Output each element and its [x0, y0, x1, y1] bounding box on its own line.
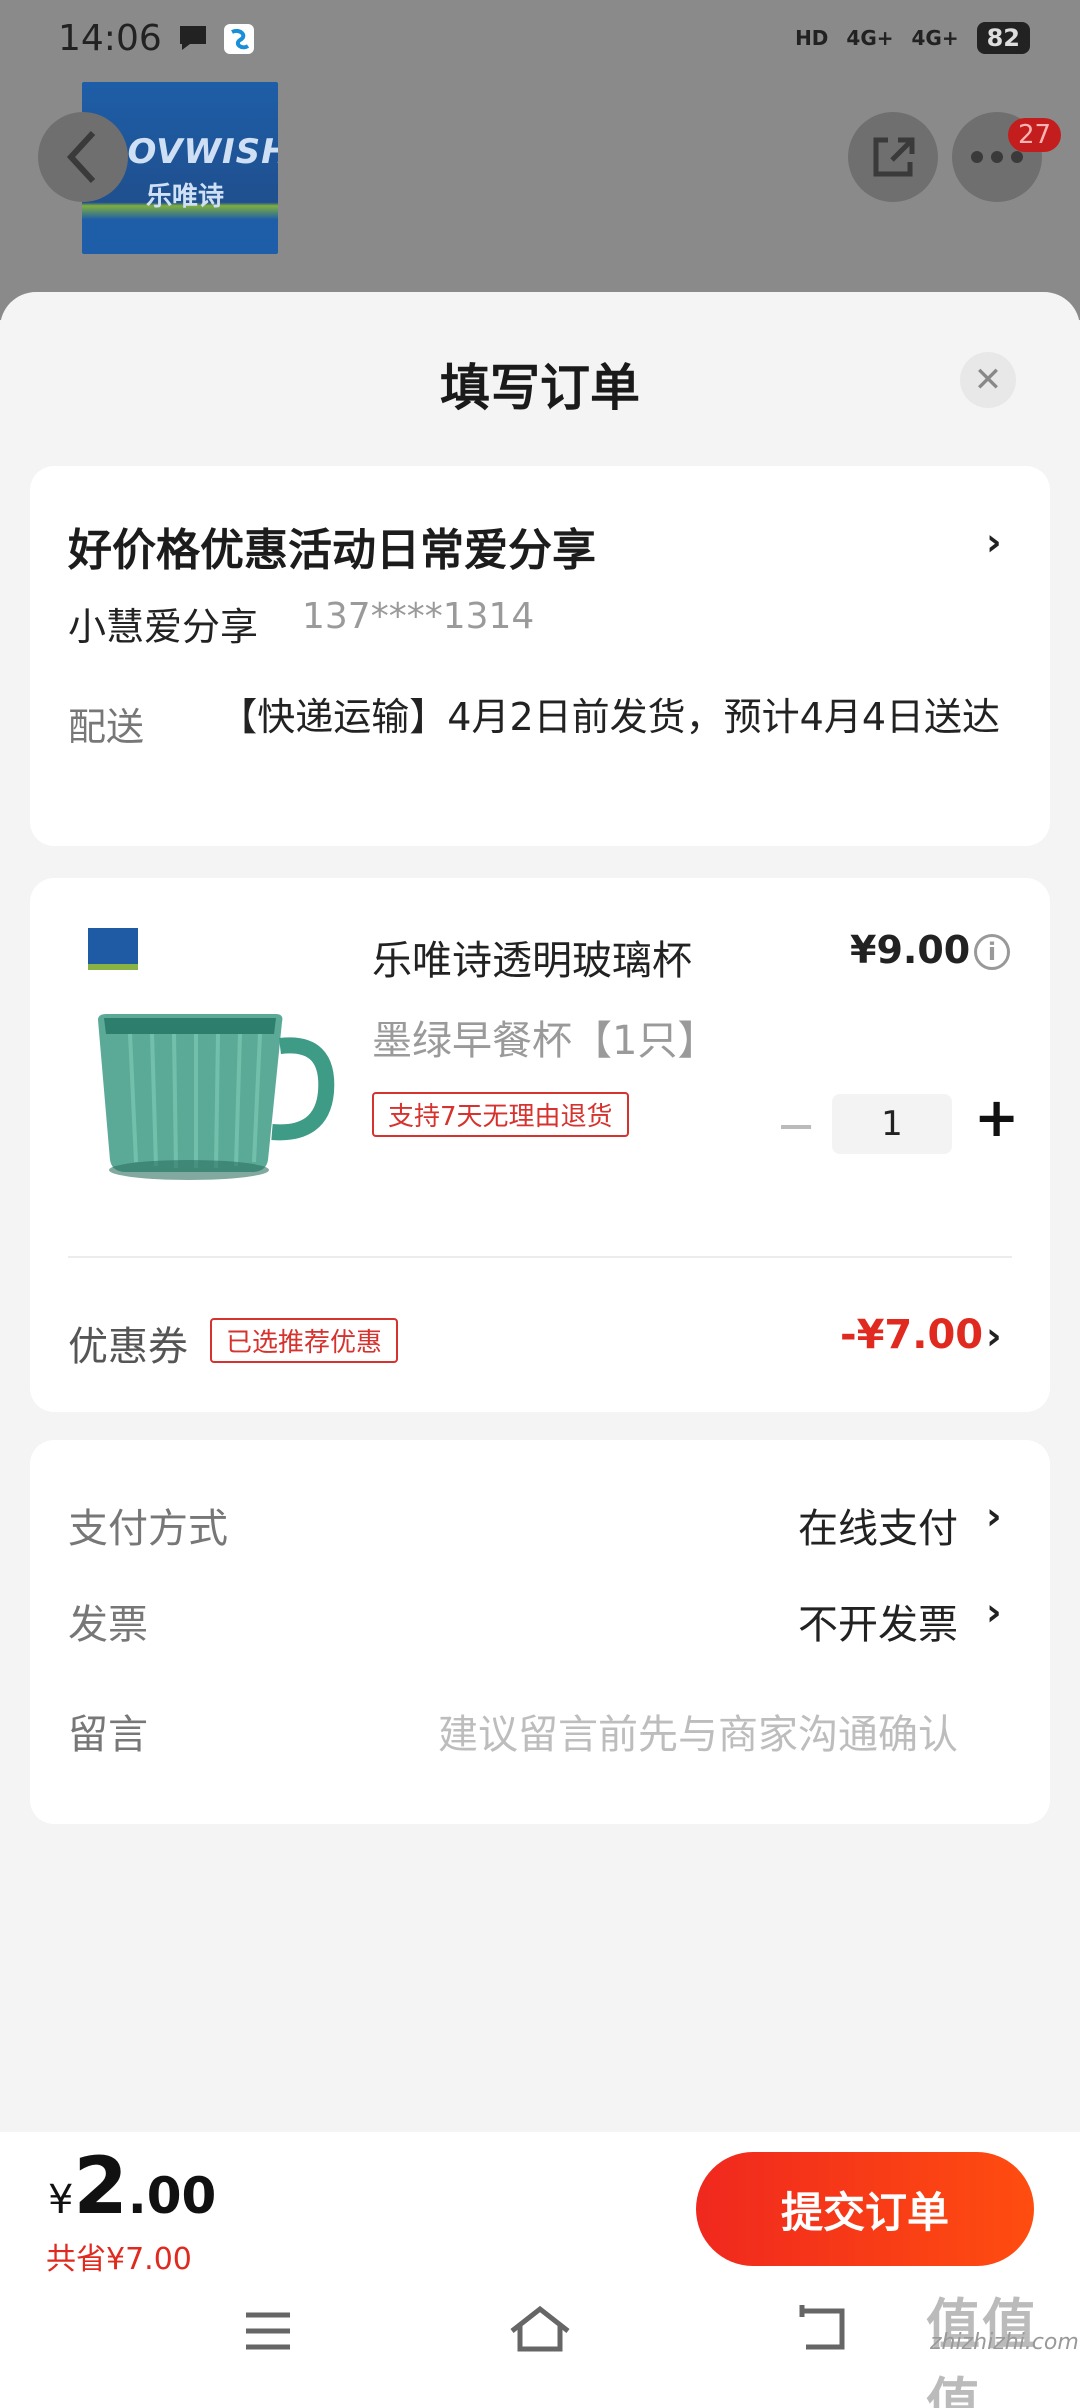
recipient-phone: 137****1314: [302, 596, 535, 637]
product-price: ¥9.00: [850, 928, 971, 972]
signal-icon: 4G+: [911, 26, 959, 50]
product-name: 乐唯诗透明玻璃杯: [372, 938, 692, 984]
quantity-decrease-button[interactable]: −: [776, 1098, 816, 1154]
sheet-title: 填写订单: [440, 359, 640, 417]
carrier-icon: [222, 22, 256, 60]
status-time: 14:06: [58, 18, 162, 59]
chevron-right-icon[interactable]: ›: [986, 1590, 1002, 1634]
battery-icon: 82: [976, 22, 1030, 54]
share-icon: [873, 137, 915, 177]
back-button[interactable]: [38, 112, 128, 202]
chevron-right-icon[interactable]: ›: [986, 1494, 1002, 1538]
product-brand-logo: [88, 928, 138, 970]
delivery-label: 配送: [68, 705, 145, 749]
coupon-value[interactable]: -¥7.00: [840, 1312, 983, 1358]
currency-symbol: ¥: [48, 2177, 74, 2223]
notification-badge: 27: [1008, 118, 1062, 152]
invoice-value[interactable]: 不开发票: [798, 1592, 958, 1650]
status-bar: 14:06 HD 4G+ 4G+ 82: [0, 0, 1080, 80]
total-integer: 2: [73, 2142, 128, 2232]
total-price: ¥2.00: [48, 2142, 216, 2232]
payment-method-label: 支付方式: [68, 1506, 228, 1552]
quantity-field[interactable]: 1: [832, 1094, 952, 1154]
logo-text-en: LOVWISH: [106, 132, 278, 172]
close-button[interactable]: ✕: [960, 352, 1016, 408]
quantity-increase-button[interactable]: +: [974, 1086, 1019, 1149]
address-title: 好价格优惠活动日常爱分享: [68, 525, 596, 576]
product-variant: 墨绿早餐杯【1只】: [372, 1018, 718, 1064]
invoice-label: 发票: [68, 1602, 148, 1648]
watermark-text: zhizhizhi.com: [930, 2330, 1079, 2355]
options-card: 支付方式 在线支付 › 发票 不开发票 › 留言 建议留言前先与商家沟通确认: [30, 1440, 1050, 1824]
status-right: HD 4G+ 4G+ 82: [795, 22, 1030, 54]
chevron-right-icon[interactable]: ›: [986, 1314, 1002, 1358]
message-icon: [176, 22, 210, 58]
signal-icon: 4G+: [846, 26, 894, 50]
hd-icon: HD: [795, 26, 829, 50]
address-card[interactable]: 好价格优惠活动日常爱分享 › 小慧爱分享 137****1314 配送 【快递运…: [30, 466, 1050, 846]
logo-text-cn: 乐唯诗: [146, 182, 225, 212]
menu-icon[interactable]: [242, 2302, 294, 2367]
more-icon: [971, 151, 1023, 163]
delivery-text: 【快递运输】4月2日前发货，预计4月4日送达: [219, 695, 1000, 739]
message-label: 留言: [68, 1712, 148, 1758]
recipient-name: 小慧爱分享: [68, 605, 259, 649]
submit-order-button[interactable]: 提交订单: [696, 2152, 1034, 2266]
product-card: 乐唯诗透明玻璃杯 ¥9.00 i 墨绿早餐杯【1只】 支持7天无理由退货 − 1…: [30, 878, 1050, 1412]
chevron-right-icon: ›: [986, 520, 1002, 564]
return-policy-tag: 支持7天无理由退货: [372, 1092, 629, 1137]
saved-amount: 共省¥7.00: [46, 2242, 192, 2277]
home-icon[interactable]: [508, 2302, 572, 2367]
back-nav-icon[interactable]: [796, 2302, 850, 2367]
coupon-label: 优惠券: [68, 1324, 188, 1370]
coupon-tag: 已选推荐优惠: [210, 1318, 399, 1363]
close-icon: ✕: [973, 360, 1003, 400]
message-input[interactable]: 建议留言前先与商家沟通确认: [438, 1702, 958, 1760]
divider: [68, 1256, 1012, 1258]
total-decimal: .00: [127, 2167, 217, 2225]
info-icon[interactable]: i: [974, 934, 1010, 970]
share-button[interactable]: [848, 112, 938, 202]
chevron-left-icon: [66, 130, 96, 184]
payment-method-value[interactable]: 在线支付: [798, 1496, 958, 1554]
order-sheet: 填写订单 ✕ 好价格优惠活动日常爱分享 › 小慧爱分享 137****1314 …: [0, 292, 1080, 2408]
